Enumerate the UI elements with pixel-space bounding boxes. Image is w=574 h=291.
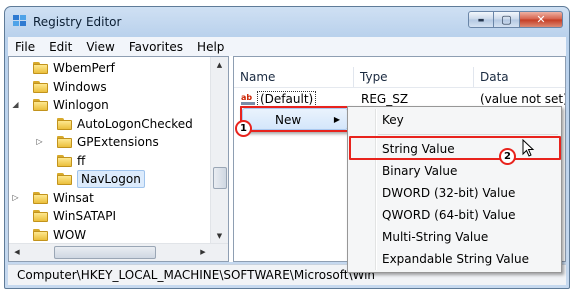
menu-help[interactable]: Help — [190, 40, 231, 54]
tree-item-label: NavLogon — [77, 170, 145, 188]
submenu-item-dword-value-label: DWORD (32-bit) Value — [382, 186, 516, 200]
value-data: (value not set) — [480, 92, 566, 106]
menu-favorites[interactable]: Favorites — [122, 40, 190, 54]
menu-bar: File Edit View Favorites Help — [8, 37, 566, 56]
column-header-data[interactable]: Data — [474, 67, 565, 87]
submenu-separator — [378, 134, 558, 135]
status-path: Computer\HKEY_LOCAL_MACHINE\SOFTWARE\Mic… — [17, 268, 376, 282]
submenu-item-key[interactable]: Key — [350, 109, 559, 131]
value-name: (Default) — [257, 91, 317, 107]
folder-icon — [57, 173, 72, 185]
expand-icon[interactable]: ▷ — [11, 189, 20, 207]
maximize-icon: ▢ — [501, 13, 512, 26]
window-controls: ▬ ▢ ✕ — [468, 11, 563, 29]
new-highlight-box — [240, 106, 350, 132]
scroll-right-icon[interactable]: ▶ — [195, 244, 211, 260]
tree-item-label: WbemPerf — [53, 61, 115, 75]
tree-item-label: WOW — [53, 227, 87, 242]
submenu-item-binary-value[interactable]: Binary Value — [350, 160, 559, 182]
folder-icon — [33, 228, 48, 241]
tree-item[interactable]: WinSATAPI — [9, 207, 211, 225]
header-divider — [234, 87, 565, 88]
folder-icon — [57, 136, 72, 148]
scroll-left-icon[interactable]: ◀ — [9, 244, 25, 260]
tree-item[interactable]: WOW — [9, 226, 211, 244]
submenu-item-expandable-string-value-label: Expandable String Value — [382, 252, 529, 266]
tree-item[interactable]: NavLogon — [9, 170, 211, 188]
tree-item[interactable]: WbemPerf — [9, 59, 211, 77]
submenu-item-multi-string-value-label: Multi-String Value — [382, 230, 489, 244]
value-type: REG_SZ — [361, 92, 409, 106]
tree-item-label: AutoLogonChecked — [77, 116, 193, 131]
step-badge-1: 1 — [235, 120, 252, 137]
folder-icon — [33, 80, 48, 93]
tree-item-label: Winsat — [53, 190, 94, 205]
tree-item[interactable]: ◢ Winlogon — [9, 96, 211, 114]
title-bar[interactable]: Registry Editor ▬ ▢ ✕ — [5, 7, 569, 35]
tree-item[interactable]: Windows — [9, 78, 211, 96]
scroll-up-icon[interactable]: ▲ — [212, 57, 227, 73]
column-header-name[interactable]: Name — [234, 67, 354, 87]
folder-icon — [33, 210, 48, 222]
folder-icon — [33, 99, 48, 111]
registry-editor-app-icon — [13, 15, 26, 26]
maximize-button[interactable]: ▢ — [494, 11, 520, 28]
tree-item-label: Winlogon — [53, 98, 109, 112]
tree-item-label: ff — [77, 153, 86, 168]
submenu-item-multi-string-value[interactable]: Multi-String Value — [350, 226, 559, 248]
submenu-item-qword-value-label: QWORD (64-bit) Value — [382, 208, 516, 222]
tree-item[interactable]: AutoLogonChecked — [9, 115, 211, 133]
submenu-item-expandable-string-value[interactable]: Expandable String Value — [350, 248, 559, 270]
tree-item[interactable]: ▷ GPExtensions — [9, 133, 211, 151]
collapse-icon[interactable]: ◢ — [11, 96, 20, 114]
mouse-cursor-icon — [522, 139, 535, 157]
submenu-item-key-label: Key — [382, 113, 404, 127]
submenu-item-qword-value[interactable]: QWORD (64-bit) Value — [350, 204, 559, 226]
tree-item-label: WinSATAPI — [53, 209, 117, 223]
menu-edit[interactable]: Edit — [42, 40, 79, 54]
expand-icon[interactable]: ▷ — [35, 133, 44, 151]
column-header-type[interactable]: Type — [354, 67, 474, 87]
tree-vertical-scrollbar[interactable]: ▲ ▼ — [210, 57, 228, 244]
folder-icon — [57, 154, 72, 167]
window-title: Registry Editor — [33, 15, 122, 29]
step-badge-2: 2 — [499, 148, 516, 165]
tree-item-label: Windows — [53, 79, 107, 94]
scroll-down-icon[interactable]: ▼ — [212, 228, 227, 244]
tree-item[interactable]: ff — [9, 152, 211, 170]
folder-icon — [57, 117, 72, 130]
close-icon: ✕ — [536, 13, 546, 26]
folder-icon — [33, 191, 48, 204]
new-submenu: Key String Value Binary Value DWORD (32-… — [347, 106, 562, 273]
string-value-icon: ab — [241, 94, 255, 105]
menu-file[interactable]: File — [8, 40, 42, 54]
registry-tree-pane: WbemPerf Windows ◢ Winlogon AutoLogonChecked… — [8, 56, 229, 262]
tree-horizontal-scrollbar[interactable]: ◀ ▶ — [9, 243, 228, 261]
tree-horizontal-scroll-thumb[interactable] — [54, 246, 156, 259]
minimize-icon: ▬ — [477, 15, 485, 24]
submenu-item-binary-value-label: Binary Value — [382, 164, 458, 178]
folder-icon — [33, 62, 48, 74]
menu-view[interactable]: View — [79, 40, 121, 54]
tree-vertical-scroll-thumb[interactable] — [213, 167, 227, 189]
submenu-item-dword-value[interactable]: DWORD (32-bit) Value — [350, 182, 559, 204]
tree-item-label: GPExtensions — [77, 135, 159, 149]
tree-item[interactable]: ▷ Winsat — [9, 189, 211, 207]
close-button[interactable]: ✕ — [520, 11, 563, 28]
minimize-button[interactable]: ▬ — [468, 11, 494, 28]
